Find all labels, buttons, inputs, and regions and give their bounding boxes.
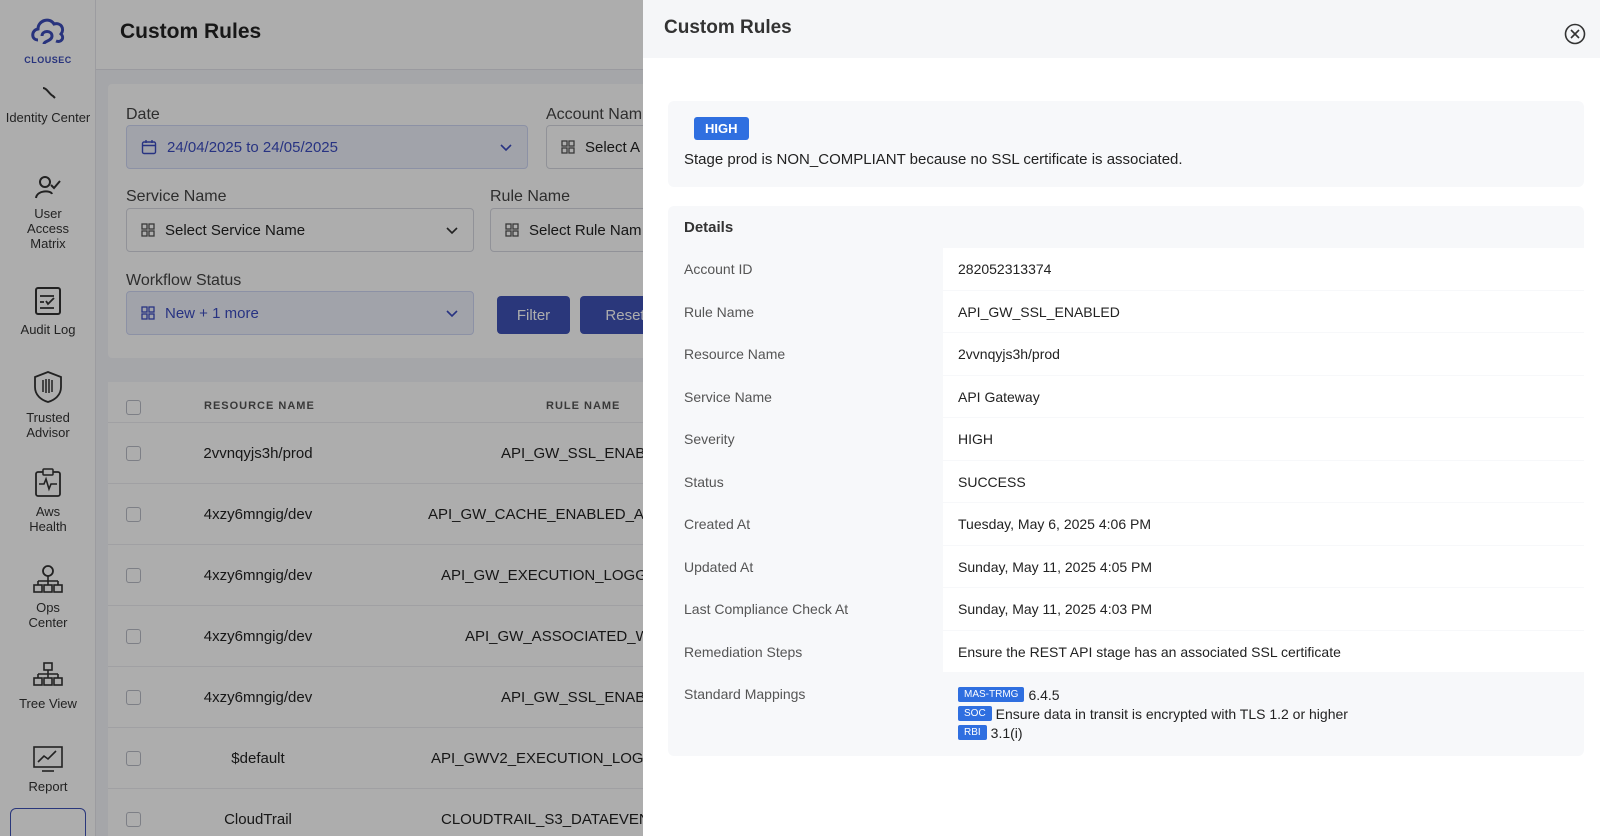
detail-row-standard-mappings: Standard Mappings MAS-TRMG 6.4.5 SOC Ens… — [668, 673, 1584, 756]
detail-value: HIGH — [943, 418, 1584, 460]
mapping-item: RBI 3.1(i) — [958, 723, 1584, 742]
detail-key: Rule Name — [684, 303, 755, 320]
details-title: Details — [684, 219, 734, 236]
detail-key: Status — [684, 473, 724, 490]
mapping-tag: SOC — [958, 706, 992, 721]
mapping-text: Ensure data in transit is encrypted with… — [995, 705, 1348, 722]
detail-row-updated-at: Updated At Sunday, May 11, 2025 4:05 PM — [668, 545, 1584, 589]
close-button[interactable] — [1564, 23, 1586, 45]
severity-badge: HIGH — [694, 117, 749, 140]
detail-key: Resource Name — [684, 346, 786, 362]
detail-row-status: Status SUCCESS — [668, 460, 1584, 504]
detail-row-severity: Severity HIGH — [668, 418, 1584, 461]
mapping-item: MAS-TRMG 6.4.5 — [958, 685, 1584, 704]
detail-value: Sunday, May 11, 2025 4:05 PM — [943, 545, 1584, 587]
detail-value: Tuesday, May 6, 2025 4:06 PM — [943, 503, 1584, 545]
finding-message: Stage prod is NON_COMPLIANT because no S… — [684, 151, 1183, 168]
detail-key: Last Compliance Check At — [684, 601, 849, 617]
mapping-item: SOC Ensure data in transit is encrypted … — [958, 704, 1584, 723]
detail-row-rule-name: Rule Name API_GW_SSL_ENABLED — [668, 290, 1584, 334]
detail-key: Account ID — [684, 261, 753, 277]
mapping-tag: RBI — [958, 725, 987, 740]
close-icon — [1564, 23, 1586, 45]
detail-key: Created At — [684, 516, 751, 532]
detail-row-resource-name: Resource Name 2vvnqyjs3h/prod — [668, 333, 1584, 376]
finding-summary: HIGH Stage prod is NON_COMPLIANT because… — [668, 101, 1584, 187]
detail-value: Ensure the REST API stage has an associa… — [943, 630, 1584, 672]
details-panel: Details Account ID 282052313374 Rule Name… — [668, 206, 1584, 756]
drawer-title: Custom Rules — [664, 17, 792, 38]
detail-key: Service Name — [684, 388, 772, 405]
detail-row-account-id: Account ID 282052313374 — [668, 248, 1584, 291]
detail-key: Updated At — [684, 558, 754, 575]
mapping-text: 3.1(i) — [990, 724, 1023, 741]
detail-row-last-compliance-check: Last Compliance Check At Sunday, May 11, … — [668, 588, 1584, 631]
detail-value: SUCCESS — [943, 460, 1584, 502]
detail-value: API Gateway — [943, 375, 1584, 417]
detail-row-created-at: Created At Tuesday, May 6, 2025 4:06 PM — [668, 503, 1584, 546]
detail-row-remediation-steps: Remediation Steps Ensure the REST API sta… — [668, 630, 1584, 674]
detail-key: Standard Mappings — [684, 686, 806, 702]
detail-value: 2vvnqyjs3h/prod — [943, 333, 1584, 375]
mappings-list: MAS-TRMG 6.4.5 SOC Ensure data in transi… — [943, 673, 1584, 742]
rule-detail-drawer: Custom Rules HIGH Stage prod is NON_COMP… — [643, 0, 1600, 836]
detail-value: Sunday, May 11, 2025 4:03 PM — [943, 588, 1584, 630]
mapping-text: 6.4.5 — [1028, 686, 1060, 703]
mapping-tag: MAS-TRMG — [958, 687, 1025, 702]
detail-value: 282052313374 — [943, 248, 1584, 290]
detail-row-service-name: Service Name API Gateway — [668, 375, 1584, 419]
detail-key: Remediation Steps — [684, 643, 803, 660]
drawer-header: Custom Rules — [643, 0, 1600, 58]
detail-key: Severity — [684, 431, 735, 447]
detail-value: API_GW_SSL_ENABLED — [943, 290, 1584, 332]
